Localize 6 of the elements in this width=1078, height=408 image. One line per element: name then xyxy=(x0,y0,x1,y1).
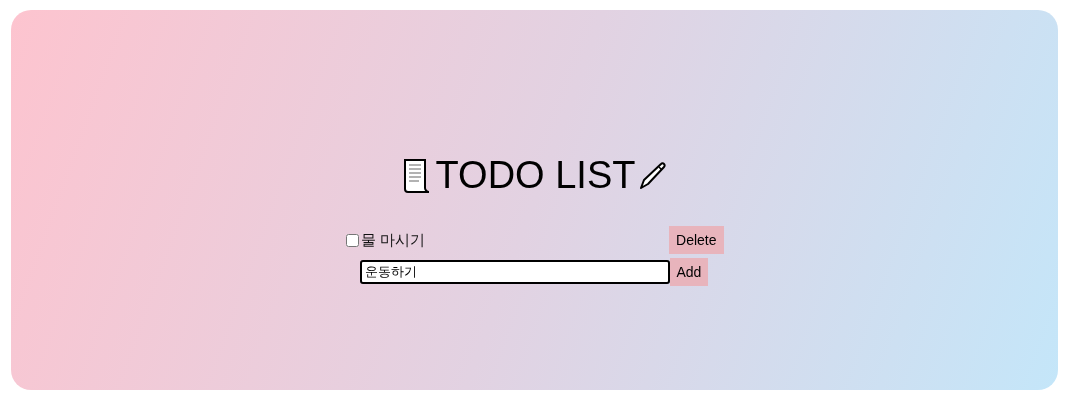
todo-checkbox[interactable] xyxy=(345,233,359,247)
page-title: TODO LIST xyxy=(435,154,636,197)
todo-input[interactable]: 운동하기 xyxy=(359,260,670,284)
add-button[interactable]: Add xyxy=(669,258,709,286)
todo-text: 물 마시기 xyxy=(360,230,426,250)
delete-button[interactable]: Delete xyxy=(669,226,724,254)
